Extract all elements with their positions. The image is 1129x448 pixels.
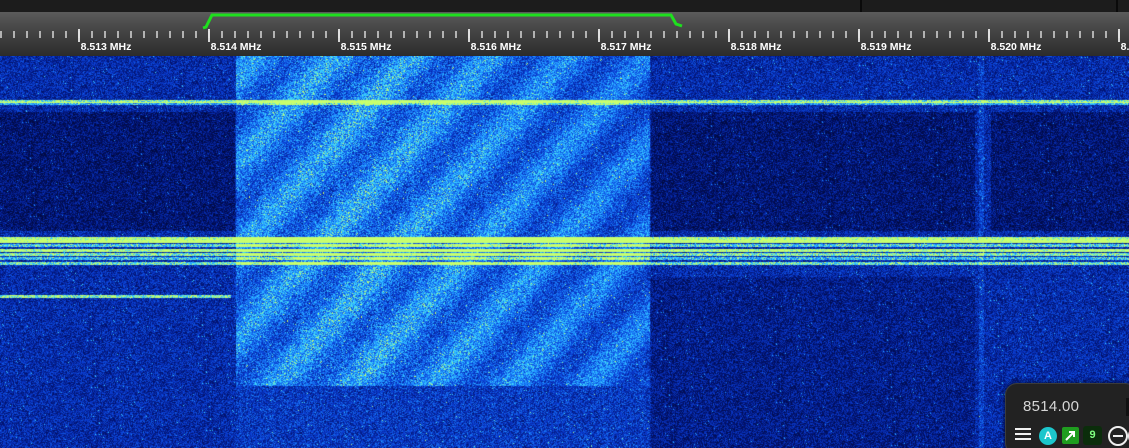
tick-label: 8.513 MHz — [81, 41, 132, 53]
frequency-readout[interactable]: 8514.00 — [1023, 398, 1079, 415]
tick-label: 8.518 MHz — [731, 41, 782, 53]
waterfall-display[interactable] — [0, 56, 1129, 448]
tick-label: 8.515 MHz — [341, 41, 392, 53]
toolbar-separator — [1116, 0, 1118, 12]
tick-label: 8.517 MHz — [601, 41, 652, 53]
tick-label: 8.520 MHz — [991, 41, 1042, 53]
graph-arrow-icon — [1065, 431, 1075, 441]
tick-label: 8.514 MHz — [211, 41, 262, 53]
top-toolbar-strip — [0, 0, 1129, 12]
sdr-app: 8.513 MHz 8.514 MHz 8.515 MHz 8.516 MHz 8.51… — [0, 0, 1129, 448]
mode-a-icon[interactable]: A — [1039, 427, 1057, 445]
menu-icon[interactable] — [1015, 428, 1031, 442]
toolbar-separator — [860, 0, 862, 12]
tick-label: 8.521 MHz — [1121, 41, 1129, 53]
tick-label: 8.516 MHz — [471, 41, 522, 53]
control-panel: 8514.00 A 9 — [1005, 383, 1129, 448]
passband-indicator[interactable] — [202, 13, 683, 30]
graph-icon[interactable] — [1062, 427, 1079, 444]
frequency-scale-graphic: 8.513 MHz 8.514 MHz 8.515 MHz 8.516 MHz 8.51… — [0, 13, 1129, 53]
waterfall-canvas[interactable] — [0, 56, 1129, 448]
channel-badge-icon[interactable]: 9 — [1083, 426, 1102, 445]
frequency-scale[interactable]: 8.513 MHz 8.514 MHz 8.515 MHz 8.516 MHz 8.51… — [0, 12, 1129, 56]
zoom-out-icon[interactable] — [1108, 426, 1128, 446]
tick-label: 8.519 MHz — [861, 41, 912, 53]
